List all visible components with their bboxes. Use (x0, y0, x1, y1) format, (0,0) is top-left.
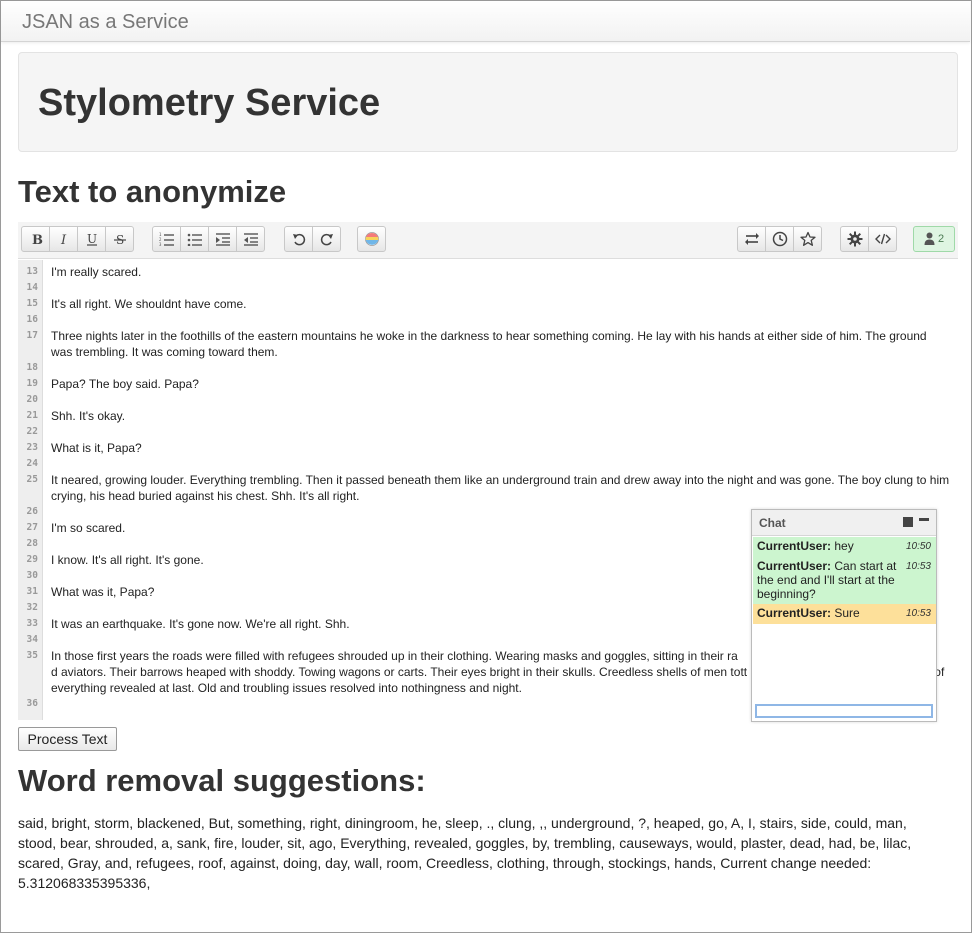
line-number: 16 (26, 314, 38, 325)
list-group: 123 (152, 226, 265, 252)
line-number: 17 (26, 330, 38, 341)
users-count: 2 (937, 233, 945, 245)
navbar: JSAN as a Service (1, 1, 970, 42)
svg-text:3: 3 (159, 242, 162, 246)
line-number: 15 (26, 298, 38, 309)
hero-unit: Stylometry Service (18, 52, 958, 152)
line-number: 29 (26, 554, 38, 565)
svg-text:B: B (32, 233, 43, 246)
svg-text:U: U (87, 232, 97, 246)
line-number: 14 (26, 282, 38, 293)
user-icon (924, 232, 935, 245)
line-number: 28 (26, 538, 38, 549)
chat-message: CurrentUser: Can start at the end and I'… (753, 557, 936, 604)
line-number: 13 (26, 266, 38, 277)
collab-group (737, 226, 822, 252)
users-button[interactable]: 2 (913, 226, 955, 252)
line-number: 32 (26, 602, 38, 613)
line-number: 30 (26, 570, 38, 581)
color-group (357, 226, 386, 252)
chat-panel: Chat CurrentUser: hey 10:50 CurrentUser:… (751, 509, 937, 722)
line-number: 20 (26, 394, 38, 405)
chat-header: Chat (752, 510, 936, 536)
brand-link[interactable]: JSAN as a Service (22, 11, 189, 34)
minimize-icon[interactable] (919, 518, 929, 521)
process-text-button[interactable]: Process Text (18, 727, 117, 751)
line-text: What is it, Papa? (51, 441, 142, 455)
history-group (284, 226, 341, 252)
line-number: 26 (26, 506, 38, 517)
chat-message: CurrentUser: Sure 10:53 (753, 604, 936, 624)
line-number: 23 (26, 442, 38, 453)
chat-message: CurrentUser: hey 10:50 (753, 537, 936, 557)
gear-icon[interactable] (840, 226, 869, 252)
line-number: 21 (26, 410, 38, 421)
line-number: 19 (26, 378, 38, 389)
line-number: 18 (26, 362, 38, 373)
message-author: CurrentUser: (757, 559, 832, 573)
line-number: 25 (26, 474, 38, 485)
editor-toolbar: B I U S 123 2 (18, 222, 958, 259)
italic-icon[interactable]: I (49, 226, 78, 252)
line-number: 33 (26, 618, 38, 629)
line-number: 34 (26, 634, 38, 645)
line-number: 27 (26, 522, 38, 533)
bold-icon[interactable]: B (21, 226, 50, 252)
line-text: Three nights later in the foothills of t… (51, 329, 930, 359)
line-number: 31 (26, 586, 38, 597)
chat-input[interactable] (755, 704, 933, 718)
page-title: Stylometry Service (38, 82, 381, 124)
line-text: It's all right. We shouldnt have come. (51, 297, 247, 311)
star-icon[interactable] (793, 226, 822, 252)
text-heading: Text to anonymize (18, 174, 287, 209)
undo-icon[interactable] (284, 226, 313, 252)
message-time: 10:50 (905, 541, 931, 552)
unordered-list-icon[interactable] (180, 226, 209, 252)
settings-group (840, 226, 897, 252)
code-icon[interactable] (868, 226, 897, 252)
suggestions-heading: Word removal suggestions: (18, 763, 426, 798)
message-text: hey (834, 539, 854, 553)
suggestions-text: said, bright, storm, blackened, But, som… (18, 815, 912, 891)
ordered-list-icon[interactable]: 123 (152, 226, 181, 252)
line-text: It neared, growing louder. Everything tr… (51, 473, 953, 503)
strikethrough-icon[interactable]: S (105, 226, 134, 252)
maximize-icon[interactable] (903, 517, 913, 527)
line-number: 36 (26, 698, 38, 709)
line-text: Shh. It's okay. (51, 409, 126, 423)
line-number: 22 (26, 426, 38, 437)
underline-icon[interactable]: U (77, 226, 106, 252)
chat-title: Chat (759, 516, 786, 530)
message-author: CurrentUser: (757, 539, 832, 553)
message-text: Sure (834, 606, 860, 620)
line-text: Papa? The boy said. Papa? (51, 377, 199, 391)
message-time: 10:53 (905, 608, 931, 619)
redo-icon[interactable] (312, 226, 341, 252)
line-number: 24 (26, 458, 38, 469)
message-author: CurrentUser: (757, 606, 832, 620)
indent-icon[interactable] (208, 226, 237, 252)
outdent-icon[interactable] (236, 226, 265, 252)
swap-icon[interactable] (737, 226, 766, 252)
format-group: B I U S (21, 226, 134, 252)
color-palette-icon[interactable] (357, 226, 386, 252)
line-text: I'm really scared. (51, 265, 142, 279)
clock-icon[interactable] (765, 226, 794, 252)
line-number: 35 (26, 650, 38, 661)
svg-text:I: I (60, 233, 67, 246)
users-group: 2 (913, 226, 955, 252)
message-time: 10:53 (905, 561, 931, 572)
